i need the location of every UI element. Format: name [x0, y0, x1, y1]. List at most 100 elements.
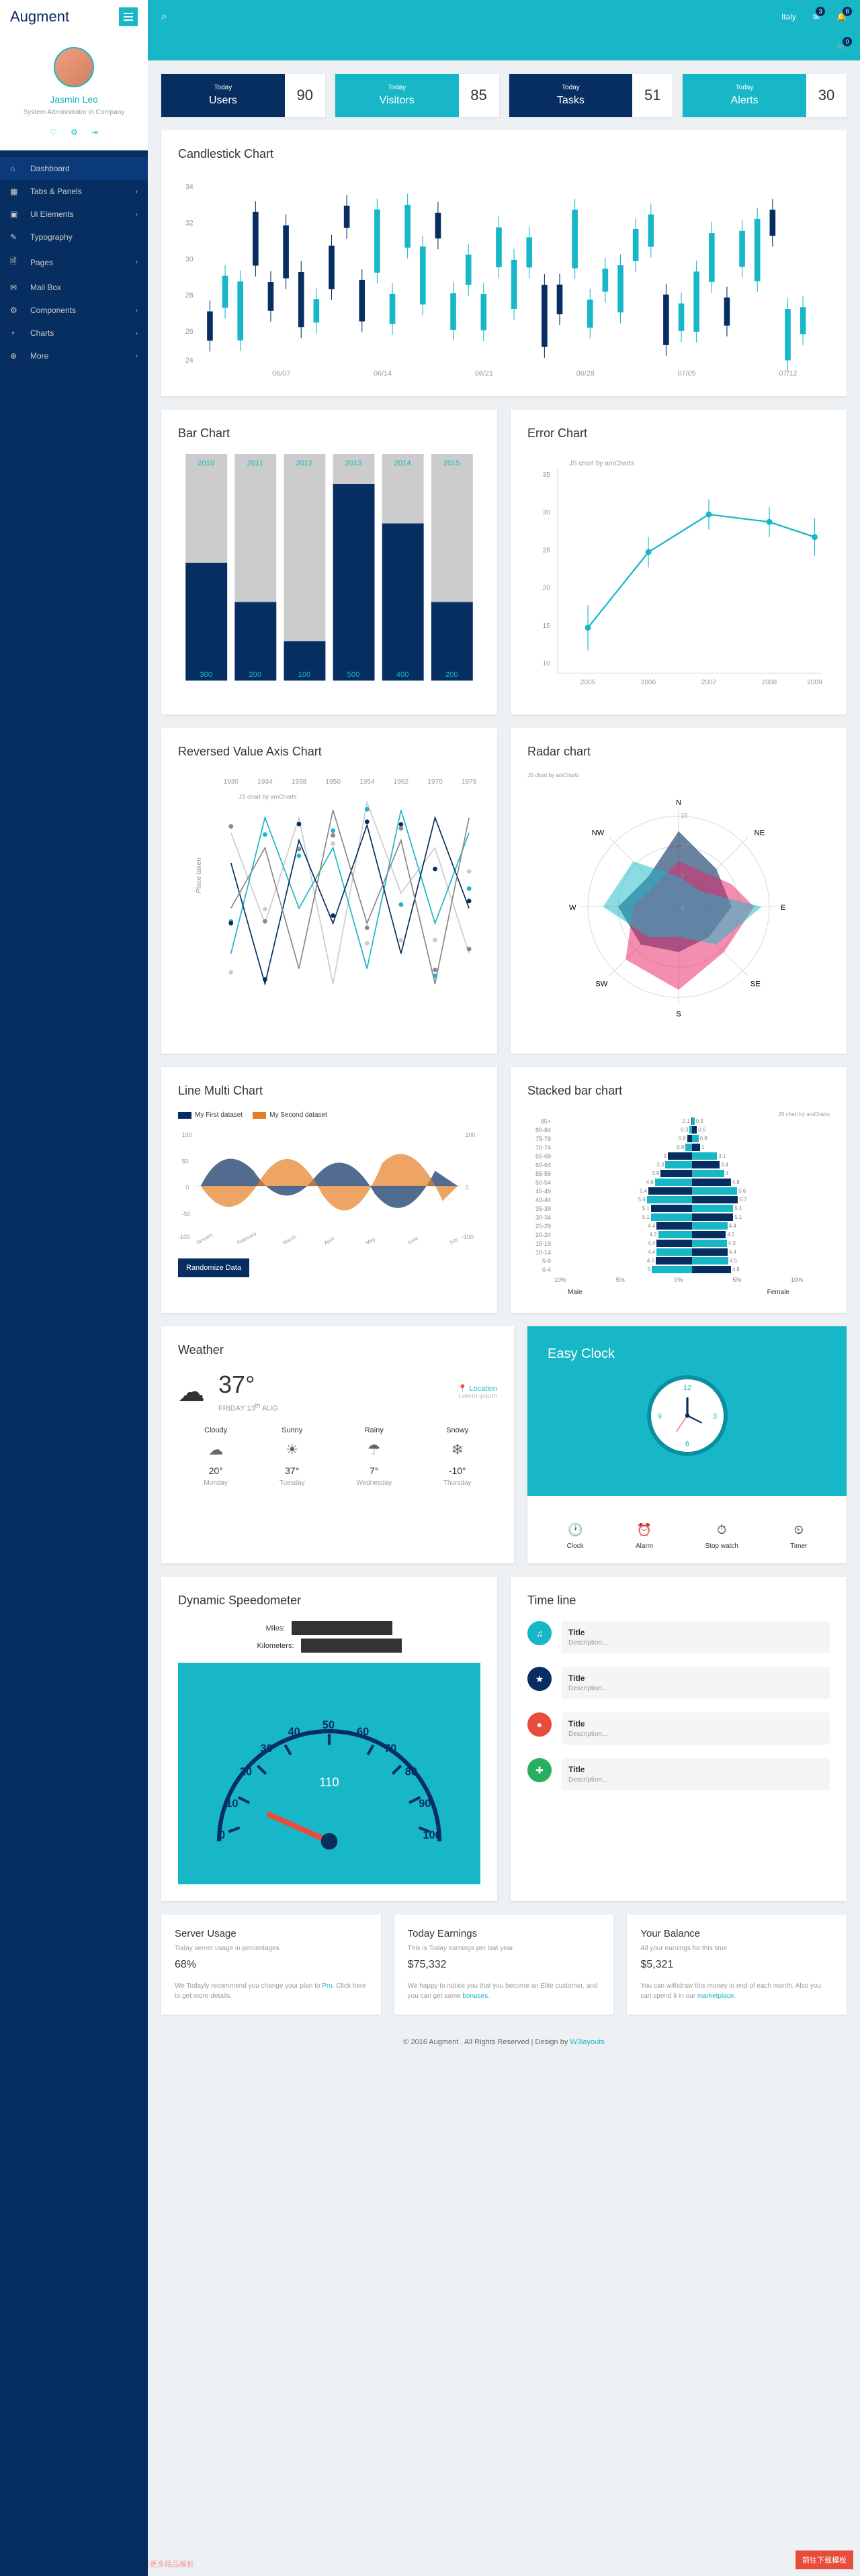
radar-title: Radar chart — [527, 745, 830, 759]
nav-dashboard[interactable]: ⌂Dashboard — [0, 157, 148, 180]
svg-text:28: 28 — [185, 291, 194, 300]
svg-text:1930: 1930 — [224, 778, 239, 786]
svg-text:10: 10 — [226, 1798, 238, 1810]
nav-ui-elements[interactable]: ▣Ui Elements› — [0, 203, 148, 226]
svg-text:2008: 2008 — [762, 679, 777, 686]
clock-face: 12 3 6 9 — [647, 1375, 728, 1456]
svg-text:500: 500 — [347, 671, 360, 679]
svg-text:50: 50 — [322, 1719, 335, 1731]
profile-role: System Administrator in Company — [7, 108, 141, 118]
svg-text:N: N — [676, 798, 681, 807]
timeline-item: ★TitleDescription... — [527, 1667, 830, 1699]
error-card: Error Chart JS chart by amCharts 35 30 2… — [511, 410, 847, 715]
menu-toggle[interactable] — [119, 7, 138, 26]
svg-text:07/12: 07/12 — [779, 370, 798, 377]
svg-text:20: 20 — [240, 1766, 252, 1778]
timeline-title: Time line — [527, 1594, 830, 1608]
stacked-card: Stacked bar chart JS chart by amCharts 8… — [511, 1067, 847, 1313]
nav-components[interactable]: ⚙Components› — [0, 299, 148, 322]
nav-charts[interactable]: ◔Charts› — [0, 322, 148, 344]
stat-alerts[interactable]: TodayAlerts30 — [683, 74, 847, 117]
clock-type-clock[interactable]: 🕐Clock — [567, 1523, 584, 1550]
stat-users[interactable]: TodayUsers90 — [161, 74, 325, 117]
clock-title: Easy Clock — [548, 1346, 826, 1362]
svg-text:07/05: 07/05 — [678, 370, 696, 377]
nav-more[interactable]: ⊕More› — [0, 344, 148, 367]
settings-icon[interactable]: ⚙ — [71, 128, 78, 137]
svg-text:Place taken: Place taken — [196, 858, 203, 893]
svg-text:80: 80 — [405, 1766, 417, 1778]
candlestick-title: Candlestick Chart — [178, 147, 830, 161]
logout-icon[interactable]: ⇥ — [91, 128, 98, 137]
svg-text:1978: 1978 — [462, 778, 477, 786]
balance-card: Your Balance All your earnings for this … — [627, 1915, 847, 2015]
svg-text:0: 0 — [466, 1185, 469, 1191]
svg-text:1934: 1934 — [257, 778, 273, 786]
w3layouts-link[interactable]: W3layouts — [570, 2038, 604, 2046]
pro-link[interactable]: Pro — [322, 1982, 333, 1990]
svg-text:2011: 2011 — [247, 459, 263, 467]
search-icon[interactable]: ⌕ — [161, 11, 167, 23]
bonuses-link[interactable]: bonuses — [462, 1992, 488, 2000]
earnings-card: Today Earnings This is Today earnings pe… — [394, 1915, 614, 2015]
svg-text:400: 400 — [396, 671, 409, 679]
stat-tasks[interactable]: TodayTasks51 — [509, 74, 673, 117]
clock-type-timer[interactable]: ⏲Timer — [790, 1523, 807, 1550]
svg-text:34: 34 — [185, 183, 194, 191]
svg-text:0: 0 — [219, 1829, 225, 1841]
error-chart: JS chart by amCharts 35 30 25 20 15 10 2… — [527, 454, 830, 696]
svg-text:2014: 2014 — [394, 459, 411, 467]
location-link[interactable]: 📍 Location — [458, 1384, 497, 1393]
svg-text:1970: 1970 — [427, 778, 443, 786]
svg-text:JS chart by amCharts: JS chart by amCharts — [239, 793, 297, 800]
svg-text:90: 90 — [419, 1798, 431, 1810]
weather-day-thursday: Snowy❄-10°Thursday — [443, 1426, 472, 1487]
nav-tabs-panels[interactable]: ▦Tabs & Panels› — [0, 180, 148, 203]
svg-text:May: May — [365, 1236, 376, 1246]
stat-visitors[interactable]: TodayVisitors85 — [335, 74, 499, 117]
bar-chart: 2010300201120020121002013500201440020152… — [178, 454, 480, 696]
svg-text:1962: 1962 — [394, 778, 409, 786]
marketplace-link[interactable]: marketplace — [697, 1992, 734, 2000]
reversed-title: Reversed Value Axis Chart — [178, 745, 480, 759]
download-button[interactable]: 前往下载模板 — [796, 2550, 853, 2569]
svg-text:06/28: 06/28 — [576, 370, 595, 377]
svg-text:100: 100 — [298, 671, 310, 679]
avatar[interactable] — [54, 47, 94, 87]
logo[interactable]: Augment — [10, 8, 69, 26]
clock-type-alarm[interactable]: ⏰Alarm — [636, 1523, 653, 1550]
country-select[interactable]: Italy — [781, 12, 796, 21]
linemulti-card: Line Multi Chart My First dataset My Sec… — [161, 1067, 497, 1313]
radar-card: Radar chart JS chart by amCharts N NE E … — [511, 728, 847, 1054]
svg-text:32: 32 — [185, 219, 194, 227]
svg-text:06/21: 06/21 — [475, 370, 493, 377]
clock-type-stop-watch[interactable]: ⏱Stop watch — [705, 1523, 738, 1550]
nav-mail-box[interactable]: ✉Mail Box — [0, 276, 148, 299]
footer: © 2016 Augment . All Rights Reserved | D… — [148, 2028, 860, 2056]
nav-typography[interactable]: ✎Typography — [0, 226, 148, 248]
svg-text:200: 200 — [445, 671, 458, 679]
svg-text:-100: -100 — [462, 1234, 474, 1240]
bar-card: Bar Chart 201030020112002012100201350020… — [161, 410, 497, 715]
miles-input[interactable] — [292, 1621, 392, 1635]
svg-text:January: January — [195, 1232, 214, 1246]
messages-icon[interactable]: ✉3 — [813, 12, 820, 21]
svg-text:200: 200 — [249, 671, 261, 679]
svg-text:100: 100 — [466, 1132, 476, 1138]
svg-text:SE: SE — [750, 980, 761, 988]
svg-text:12: 12 — [683, 1384, 691, 1392]
weather-date: FRIDAY 13th AUG — [218, 1402, 278, 1413]
km-input[interactable] — [301, 1639, 402, 1653]
cart-icon[interactable]: 🛒0 — [836, 42, 847, 52]
svg-text:70: 70 — [384, 1743, 396, 1755]
svg-text:W: W — [569, 904, 576, 912]
bar-title: Bar Chart — [178, 426, 480, 441]
linemulti-chart: 10050 0-50 -100 1000-100 January Februar… — [178, 1125, 480, 1246]
candlestick-card: Candlestick Chart 34 32 30 28 26 24 06/0… — [161, 130, 847, 396]
randomize-button[interactable]: Randomize Data — [178, 1258, 249, 1277]
nav-pages[interactable]: 🗎Pages› — [0, 248, 148, 276]
profile-name: Jasmin Leo — [7, 94, 141, 105]
user-icon[interactable]: ♡ — [50, 128, 57, 137]
notifications-icon[interactable]: 🔔8 — [836, 12, 847, 21]
svg-text:June: June — [406, 1235, 420, 1246]
